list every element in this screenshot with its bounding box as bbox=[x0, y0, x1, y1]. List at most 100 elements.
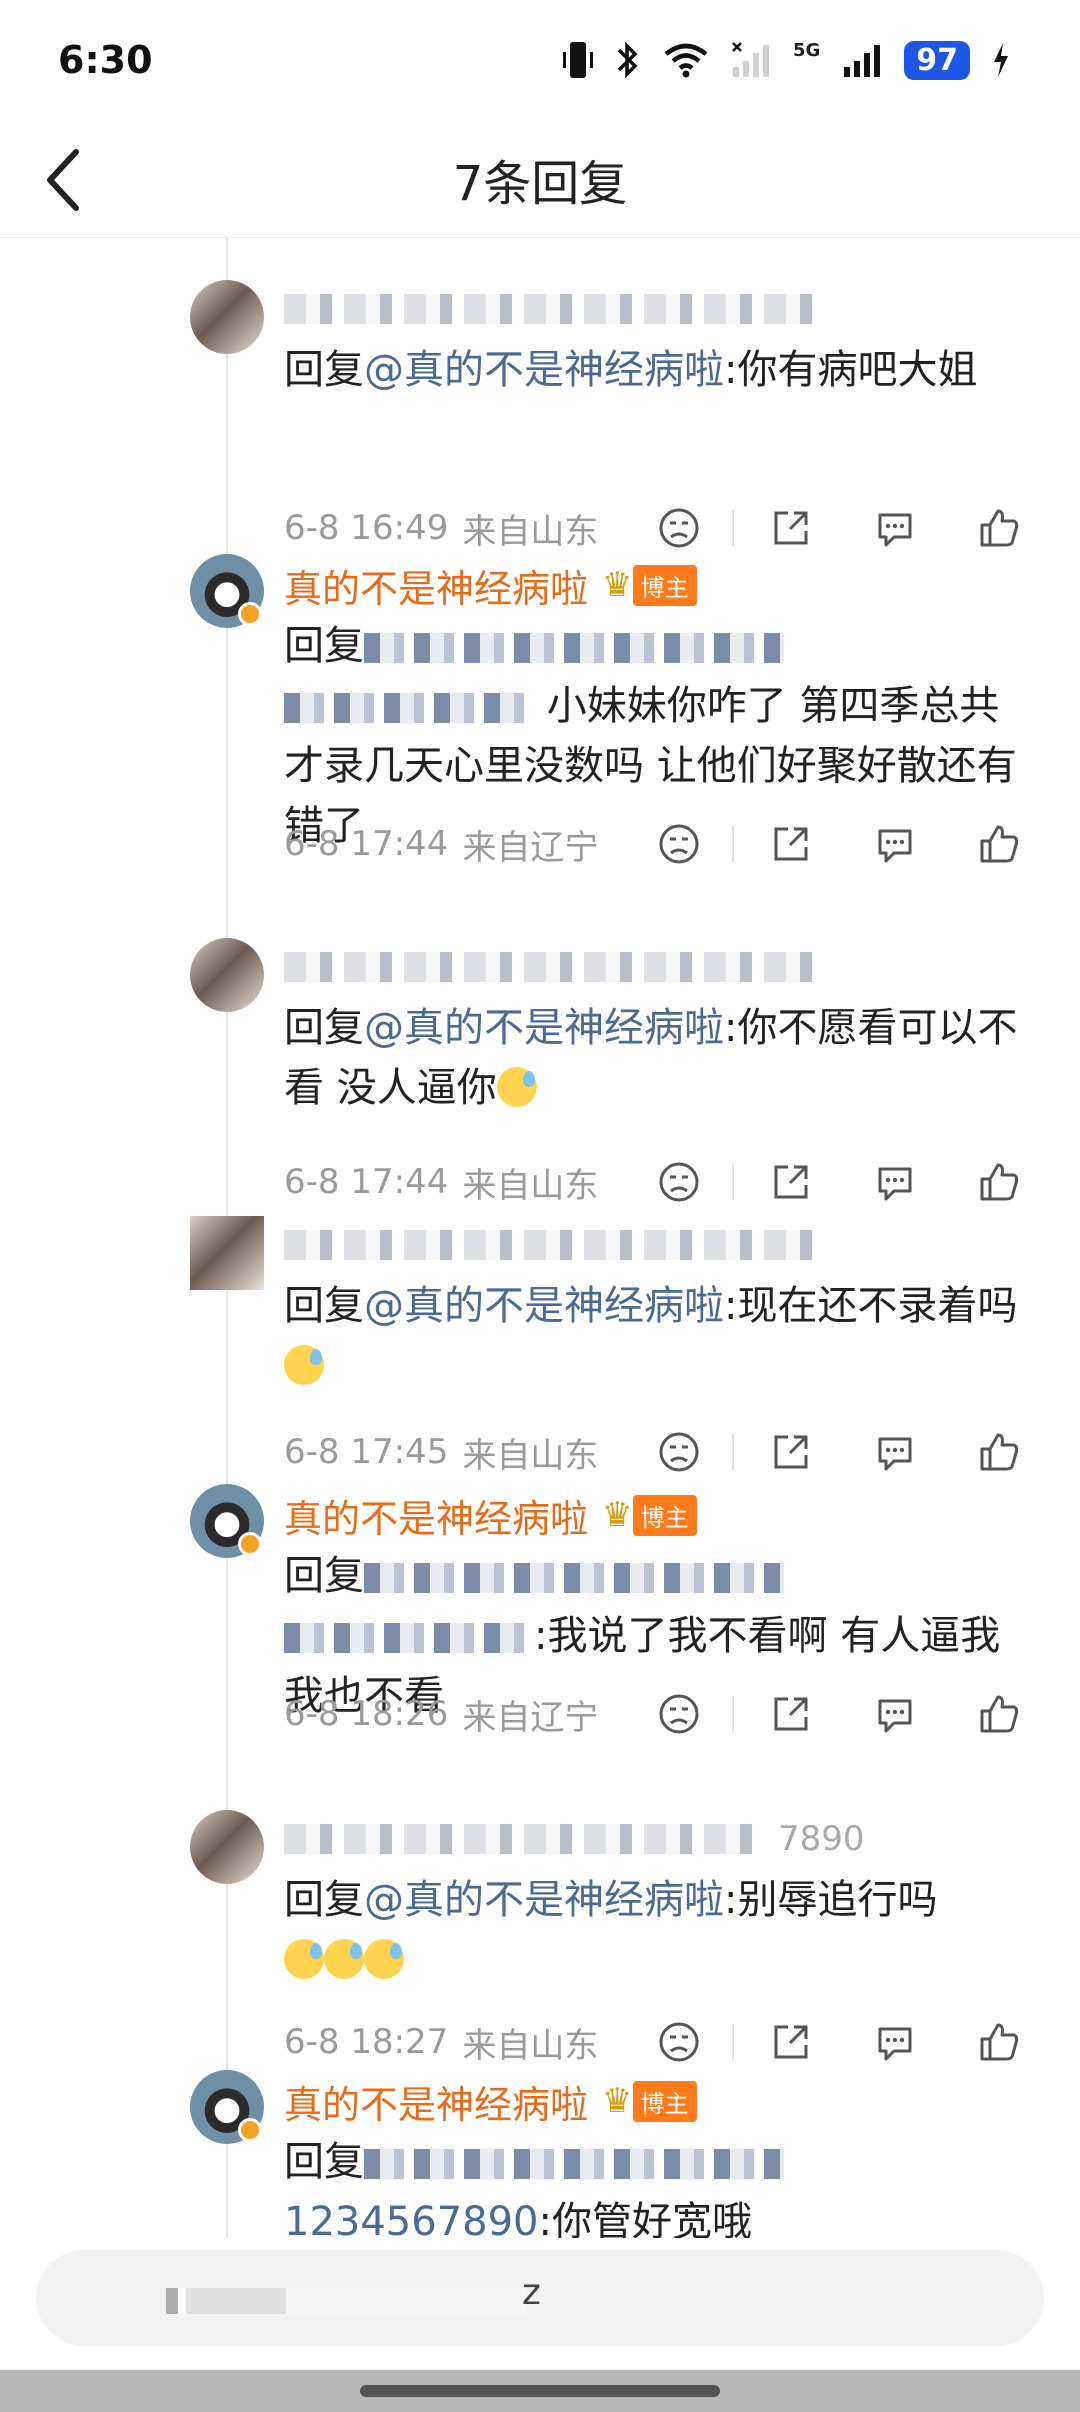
dislike-icon bbox=[659, 508, 699, 548]
comment-button[interactable] bbox=[872, 1159, 918, 1205]
network-type-label: 5G bbox=[792, 40, 821, 61]
mention-link[interactable]: @真的不是神经病啦 bbox=[364, 1283, 724, 1329]
blogger-badge: ♛ 博主 bbox=[602, 1494, 697, 1536]
blogger-tag: 博主 bbox=[632, 564, 697, 606]
comment-button[interactable] bbox=[872, 1691, 918, 1737]
comment-button[interactable] bbox=[872, 2019, 918, 2065]
share-icon bbox=[774, 827, 808, 861]
comment-icon bbox=[878, 1699, 912, 1733]
share-button[interactable] bbox=[768, 1691, 814, 1737]
like-button[interactable] bbox=[976, 821, 1022, 867]
blogger-tag: 博主 bbox=[632, 1494, 697, 1536]
action-divider bbox=[732, 1164, 734, 1200]
like-button[interactable] bbox=[976, 505, 1022, 551]
like-button[interactable] bbox=[976, 1691, 1022, 1737]
masked-mention[interactable] bbox=[284, 693, 534, 723]
name-row: 真的不是神经病啦 ♛ 博主 bbox=[284, 2074, 697, 2129]
reply-prefix: 回复 bbox=[284, 347, 364, 393]
blogger-name[interactable]: 真的不是神经病啦 bbox=[284, 1488, 588, 1543]
masked-mention[interactable] bbox=[364, 2149, 784, 2179]
reply-actions bbox=[656, 1684, 1022, 1744]
mention-link[interactable]: @真的不是神经病啦 bbox=[364, 1005, 724, 1051]
blogger-name[interactable]: 真的不是神经病啦 bbox=[284, 2074, 588, 2129]
status-icons: 5G 97 bbox=[562, 40, 1010, 80]
reply-text: 回复 1234567890:你管好宽哦 bbox=[284, 2132, 1024, 2238]
comment-button[interactable] bbox=[872, 821, 918, 867]
status-bar: 6:30 5G 97 bbox=[0, 0, 1080, 120]
reply-time: 6-8 16:49 bbox=[284, 508, 449, 548]
share-icon bbox=[774, 2025, 808, 2059]
avatar[interactable] bbox=[190, 280, 264, 354]
dislike-button[interactable] bbox=[656, 1159, 702, 1205]
share-button[interactable] bbox=[768, 1429, 814, 1475]
sweat-emoji-icon bbox=[364, 1939, 404, 1979]
comment-icon bbox=[878, 1437, 912, 1471]
reply-prefix: 回复 bbox=[284, 1553, 364, 1599]
avatar[interactable] bbox=[190, 1216, 264, 1290]
mention-link[interactable]: @真的不是神经病啦 bbox=[364, 1877, 724, 1923]
verified-badge-icon bbox=[238, 602, 262, 626]
like-icon bbox=[980, 1433, 1019, 1471]
action-divider bbox=[732, 826, 734, 862]
sweat-emoji-icon bbox=[284, 1939, 324, 1979]
like-button[interactable] bbox=[976, 2019, 1022, 2065]
like-button[interactable] bbox=[976, 1429, 1022, 1475]
action-divider bbox=[732, 1434, 734, 1470]
reply-text: 回复@真的不是神经病啦:你有病吧大姐 bbox=[284, 340, 1024, 400]
share-button[interactable] bbox=[768, 1159, 814, 1205]
mention-link[interactable]: @真的不是神经病啦 bbox=[364, 347, 724, 393]
avatar[interactable] bbox=[190, 1810, 264, 1884]
reply-actions bbox=[656, 2012, 1022, 2072]
reply-actions bbox=[656, 498, 1022, 558]
dislike-button[interactable] bbox=[656, 1429, 702, 1475]
share-icon bbox=[774, 511, 808, 545]
dislike-button[interactable] bbox=[656, 821, 702, 867]
verified-badge-icon bbox=[238, 1532, 262, 1556]
reply-prefix: 回复 bbox=[284, 1877, 364, 1923]
masked-username-bar bbox=[284, 1230, 824, 1260]
masked-username[interactable] bbox=[284, 942, 824, 992]
dislike-button[interactable] bbox=[656, 505, 702, 551]
masked-username[interactable] bbox=[284, 1220, 824, 1270]
like-button[interactable] bbox=[976, 1159, 1022, 1205]
page-title: 7条回复 bbox=[452, 156, 628, 212]
comment-button[interactable] bbox=[872, 505, 918, 551]
page-header: 7条回复 bbox=[0, 120, 1080, 238]
comment-input[interactable]: z bbox=[36, 2250, 1044, 2346]
blogger-badge: ♛ 博主 bbox=[602, 2080, 697, 2122]
masked-mention[interactable] bbox=[364, 1563, 784, 1593]
masked-placeholder bbox=[166, 2288, 526, 2314]
charging-icon bbox=[994, 43, 1008, 77]
blogger-name[interactable]: 真的不是神经病啦 bbox=[284, 558, 588, 613]
like-icon bbox=[980, 1163, 1019, 1201]
like-icon bbox=[980, 1695, 1019, 1733]
share-button[interactable] bbox=[768, 821, 814, 867]
reply-actions bbox=[656, 1422, 1022, 1482]
dislike-button[interactable] bbox=[656, 1691, 702, 1737]
reply-prefix: 回复 bbox=[284, 623, 364, 669]
name-row: 真的不是神经病啦 ♛ 博主 bbox=[284, 558, 697, 613]
input-placeholder-suffix: z bbox=[522, 2272, 541, 2313]
masked-username[interactable]: 7890 bbox=[284, 1814, 865, 1864]
action-divider bbox=[732, 2024, 734, 2060]
masked-username-bar bbox=[284, 294, 824, 324]
share-button[interactable] bbox=[768, 505, 814, 551]
dislike-button[interactable] bbox=[656, 2019, 702, 2065]
reply-prefix: 回复 bbox=[284, 1005, 364, 1051]
masked-mention[interactable] bbox=[364, 633, 784, 663]
reply-time: 6-8 17:44 bbox=[284, 1162, 449, 1202]
dislike-icon bbox=[659, 1162, 699, 1202]
reply-body: :你管好宽哦 bbox=[538, 2199, 752, 2238]
reply-location: 来自山东 bbox=[462, 1435, 599, 1476]
avatar[interactable] bbox=[190, 938, 264, 1012]
masked-mention[interactable] bbox=[284, 1623, 534, 1653]
mention-link[interactable]: 1234567890 bbox=[284, 2199, 539, 2238]
masked-username[interactable] bbox=[284, 284, 824, 334]
comment-button[interactable] bbox=[872, 1429, 918, 1475]
like-icon bbox=[980, 825, 1019, 863]
reply-thread[interactable]: 回复@真的不是神经病啦:你有病吧大姐 6-8 16:49 来自山东 真的不是神经病… bbox=[0, 238, 1080, 2238]
share-button[interactable] bbox=[768, 2019, 814, 2065]
sweat-emoji-icon bbox=[324, 1939, 364, 1979]
home-indicator[interactable] bbox=[360, 2385, 720, 2397]
reply-location: 来自辽宁 bbox=[462, 827, 599, 868]
